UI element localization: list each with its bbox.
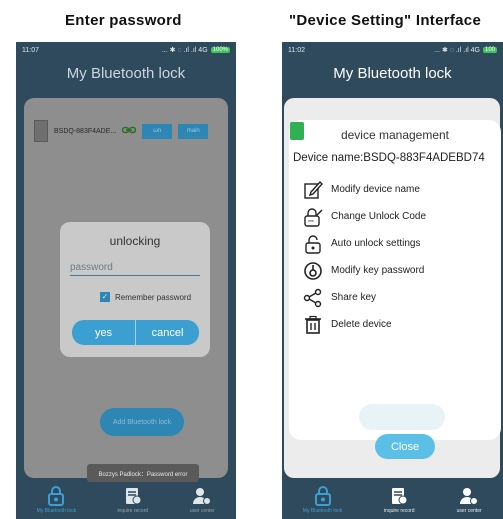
lock-action-button-2[interactable]: main	[178, 123, 209, 139]
lock-icon	[310, 485, 336, 507]
password-input[interactable]	[70, 260, 200, 276]
lock-action-button-1[interactable]: ωn	[142, 123, 173, 139]
key-password-icon	[303, 261, 323, 281]
battery-icon: 100	[482, 47, 497, 53]
svg-text:***: ***	[308, 220, 314, 226]
menu-item-share-key[interactable]: Share key	[303, 284, 426, 311]
remember-password-row[interactable]: ✓ Remember password	[100, 292, 191, 302]
status-bar: 11:07 ... ✱ ◌ .ıl .ıl 4G 100%	[16, 42, 236, 58]
menu-item-change-unlock-code[interactable]: *** Change Unlock Code	[303, 203, 426, 230]
caption-enter-password: Enter password	[65, 12, 182, 29]
signal-icons: ... ✱ ◌ .ıl .ıl 4G	[434, 47, 480, 54]
menu-label: Modify device name	[331, 184, 420, 195]
tab-label: user center	[456, 508, 482, 514]
tab-label: My Bluetooth lock	[302, 508, 343, 514]
tab-inquire-record[interactable]: inquire record	[384, 485, 415, 514]
lock-code-icon: ***	[303, 207, 323, 227]
menu-item-modify-key-password[interactable]: Modify key password	[303, 257, 426, 284]
menu-item-delete-device[interactable]: Delete device	[303, 311, 426, 338]
status-icons: ... ✱ ◌ .ıl .ıl 4G 100	[434, 46, 497, 54]
tab-bar: My Bluetooth lock inquire record user ce…	[16, 483, 236, 519]
edit-icon	[303, 180, 323, 200]
device-menu: Modify device name *** Change Unlock Cod…	[303, 176, 426, 338]
menu-label: Modify key password	[331, 265, 425, 276]
app-title: My Bluetooth lock	[333, 64, 452, 82]
tab-label: inquire record	[383, 508, 415, 514]
status-time: 11:02	[288, 46, 305, 54]
signal-icons: ... ✱ ◌ .ıl .ıl 4G	[161, 47, 208, 54]
menu-label: Change Unlock Code	[331, 211, 427, 222]
battery-icon: 100%	[210, 47, 230, 53]
device-management-dialog: device management Device name:BSDQ-883F4…	[289, 120, 501, 459]
phone-right: 11:02 ... ✱ ◌ .ıl .ıl 4G 100 My Bluetoot…	[282, 42, 503, 519]
close-button[interactable]: Close	[375, 434, 435, 459]
add-bluetooth-lock-button[interactable]: Add Bluetooth lock	[100, 408, 184, 436]
record-icon	[120, 485, 146, 507]
cancel-button[interactable]: cancel	[135, 320, 199, 345]
app-title: My Bluetooth lock	[66, 64, 186, 82]
link-icon	[121, 126, 137, 136]
yes-button[interactable]: yes	[72, 320, 135, 345]
screenshot-root: Enter password "Device Setting" Interfac…	[0, 0, 503, 519]
dialog-button-row: yes cancel	[72, 320, 199, 345]
device-name-label: Device name:BSDQ-883F4ADEBD74	[293, 152, 485, 164]
remember-password-checkbox[interactable]: ✓	[100, 292, 110, 302]
user-settings-icon	[189, 485, 215, 507]
user-settings-icon	[456, 485, 482, 507]
tab-label: inquire record	[117, 508, 149, 514]
tab-my-bluetooth-lock[interactable]: My Bluetooth lock	[303, 485, 342, 514]
background-button-ghost	[359, 404, 445, 430]
menu-label: Auto unlock settings	[331, 238, 421, 249]
share-icon	[303, 288, 323, 308]
status-icons: ... ✱ ◌ .ıl .ıl 4G 100%	[162, 46, 230, 54]
lock-row[interactable]: BSDQ-883F4ADE... ωn main	[34, 120, 209, 142]
lock-icon	[43, 485, 69, 507]
tab-inquire-record[interactable]: inquire record	[117, 485, 148, 514]
record-icon	[386, 485, 412, 507]
tab-label: user center	[189, 508, 215, 514]
error-toast: Bozzys Padlock：Password error	[87, 464, 199, 482]
tab-my-bluetooth-lock[interactable]: My Bluetooth lock	[37, 485, 76, 514]
tab-user-center[interactable]: user center	[189, 485, 215, 514]
dialog-title: device management	[340, 128, 450, 142]
phone-left: 11:07 ... ✱ ◌ .ıl .ıl 4G 100% My Bluetoo…	[16, 42, 236, 519]
auto-unlock-icon	[303, 234, 323, 254]
trash-icon	[303, 315, 323, 335]
tab-label: My Bluetooth lock	[36, 508, 77, 514]
tab-bar: My Bluetooth lock inquire record user ce…	[282, 483, 503, 519]
status-time: 11:07	[22, 46, 39, 54]
unlocking-dialog: unlocking ✓ Remember password yes cancel	[60, 222, 210, 357]
menu-label: Delete device	[331, 319, 392, 330]
tab-user-center[interactable]: user center	[456, 485, 482, 514]
menu-item-modify-device-name[interactable]: Modify device name	[303, 176, 426, 203]
lock-name: BSDQ-883F4ADE...	[54, 127, 117, 135]
menu-item-auto-unlock-settings[interactable]: Auto unlock settings	[303, 230, 426, 257]
lock-thumb-icon	[34, 120, 48, 142]
caption-device-setting: "Device Setting" Interface	[289, 12, 482, 29]
remember-password-label: Remember password	[115, 292, 192, 302]
dialog-title: unlocking	[109, 234, 161, 248]
status-bar: 11:02 ... ✱ ◌ .ıl .ıl 4G 100	[282, 42, 503, 58]
menu-label: Share key	[331, 292, 377, 303]
